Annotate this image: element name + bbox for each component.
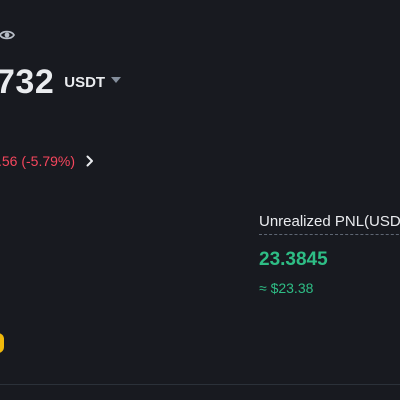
todays-pnl[interactable]: .56 (-5.79%)	[0, 151, 96, 171]
unrealized-pnl: Unrealized PNL(USD 23.3845 ≈ $23.38	[259, 213, 400, 296]
account-overview: 732 USDT .56 (-5.79%) Unrealized PNL(USD…	[0, 0, 400, 400]
caret-down-icon[interactable]	[111, 77, 122, 83]
divider	[0, 384, 400, 385]
action-button-edge[interactable]	[0, 333, 4, 353]
total-balance: 732 USDT	[0, 60, 122, 104]
pnl-change-text: .56 (-5.79%)	[0, 153, 76, 169]
chevron-right-icon[interactable]	[84, 155, 96, 167]
unrealized-pnl-value: 23.3845	[259, 249, 328, 270]
unrealized-pnl-approx: ≈ $23.38	[259, 280, 314, 296]
eye-icon[interactable]	[0, 28, 15, 42]
unrealized-pnl-label[interactable]: Unrealized PNL(USD	[259, 213, 400, 235]
balance-unit-selector[interactable]: USDT	[64, 74, 105, 91]
balance-value: 732	[0, 63, 55, 101]
